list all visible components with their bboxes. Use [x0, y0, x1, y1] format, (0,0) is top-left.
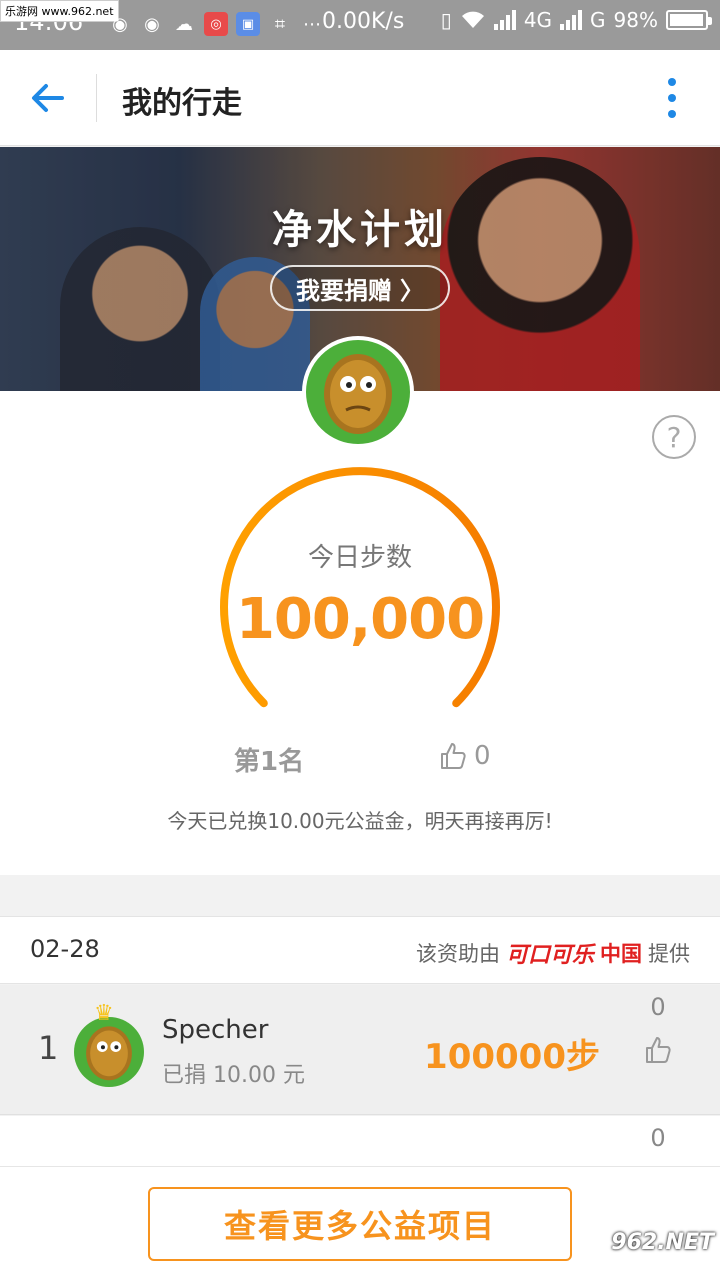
wechat-icon: ☁ — [175, 13, 193, 35]
row-like-button[interactable]: 0 — [640, 1124, 676, 1152]
walnut-avatar-icon — [86, 1026, 132, 1081]
user-avatar[interactable] — [302, 336, 414, 448]
watermark-bottom-right: 962.NET — [611, 1230, 714, 1255]
question-icon: ? — [666, 420, 682, 454]
arrow-left-icon — [32, 84, 64, 112]
weibo-icon-2: ◉ — [144, 13, 160, 35]
help-button[interactable]: ? — [652, 415, 696, 459]
more-dot-icon — [668, 110, 676, 118]
walnut-avatar-icon — [324, 354, 392, 434]
sponsor-region: 中国 — [600, 942, 642, 966]
donate-button[interactable]: 我要捐赠 〉 — [270, 265, 450, 311]
signal-icon-2 — [560, 10, 583, 30]
sponsor-prefix: 该资助由 — [415, 942, 500, 966]
sponsor-line: 该资助由 可口可乐 中国 提供 — [416, 937, 690, 969]
app-notification-icon: ◎ — [204, 12, 228, 36]
page-title: 我的行走 — [122, 86, 242, 121]
today-steps-value: 100,000 — [235, 587, 485, 652]
more-notifications-icon: ⋯ — [303, 13, 321, 35]
app-bar: 我的行走 — [0, 50, 720, 146]
sponsor-logo: 可口可乐 — [505, 943, 594, 968]
exchange-message: 今天已兑换10.00元公益金，明天再接再厉! — [167, 809, 553, 833]
leaderboard-header: 02-28 该资助由 可口可乐 中国 提供 — [0, 916, 720, 984]
signal-type-1: 4G — [523, 8, 553, 32]
wifi-icon — [461, 11, 484, 28]
row-username: Specher — [162, 1015, 269, 1045]
sponsor-suffix: 提供 — [648, 942, 690, 966]
battery-percent: 98% — [613, 8, 658, 32]
rank-label: 第1名 — [234, 747, 305, 777]
thumbs-up-icon — [441, 743, 466, 769]
signal-icon — [493, 10, 516, 30]
row-like-count: 0 — [650, 1124, 666, 1152]
status-right: ▯ 4G G 98% — [440, 8, 712, 32]
row-like-button[interactable]: 0 — [640, 993, 676, 1071]
back-button[interactable] — [28, 78, 68, 118]
row-donated: 已捐 10.00 元 — [162, 1063, 305, 1088]
crown-icon: ♛ — [94, 1001, 114, 1026]
vibrate-icon: ▯ — [440, 8, 452, 32]
leaderboard-row[interactable]: 1 ♛ Specher 已捐 10.00 元 100000步 0 — [0, 985, 720, 1115]
stats-card: ? 今日步数 100,000 第1名 0 今天已兑换10.00元公益金，明天再接… — [0, 391, 720, 875]
signal-type-2: G — [590, 8, 606, 32]
leaderboard-date: 02-28 — [30, 935, 100, 963]
app-notification-icon-2: ▣ — [236, 12, 260, 36]
app-bar-divider — [96, 74, 97, 122]
more-options-button[interactable] — [664, 78, 680, 118]
notification-icons: ◉ ◉ ☁ ◎ ▣ ⌗ ⋯ — [108, 12, 324, 36]
row-rank: 1 — [38, 1029, 59, 1067]
row-avatar: ♛ — [74, 1001, 144, 1087]
donate-label: 我要捐赠 — [296, 276, 392, 305]
chevron-right-icon: 〉 — [400, 276, 424, 305]
project-title: 净水计划 — [272, 207, 448, 253]
like-count: 0 — [474, 741, 491, 771]
like-button[interactable]: 0 — [438, 741, 491, 771]
row-like-count: 0 — [650, 993, 666, 1021]
more-projects-button[interactable]: 查看更多公益项目 — [148, 1187, 572, 1261]
watermark-top-left: 乐游网 www.962.net — [0, 0, 119, 22]
status-bar: 14:06 乐游网 www.962.net ◉ ◉ ☁ ◎ ▣ ⌗ ⋯ 0.00… — [0, 0, 720, 50]
more-dot-icon — [668, 94, 676, 102]
row-steps: 100000步 — [424, 1037, 600, 1077]
battery-icon — [666, 10, 712, 30]
thumbs-up-icon — [646, 1037, 671, 1063]
more-dot-icon — [668, 78, 676, 86]
weibo-icon: ◉ — [112, 13, 128, 35]
today-steps-label: 今日步数 — [307, 543, 412, 573]
network-speed: 0.00K/s — [322, 9, 405, 34]
bottom-bar: 查看更多公益项目 — [0, 1166, 720, 1280]
screenshot-icon: ⌗ — [274, 13, 286, 35]
